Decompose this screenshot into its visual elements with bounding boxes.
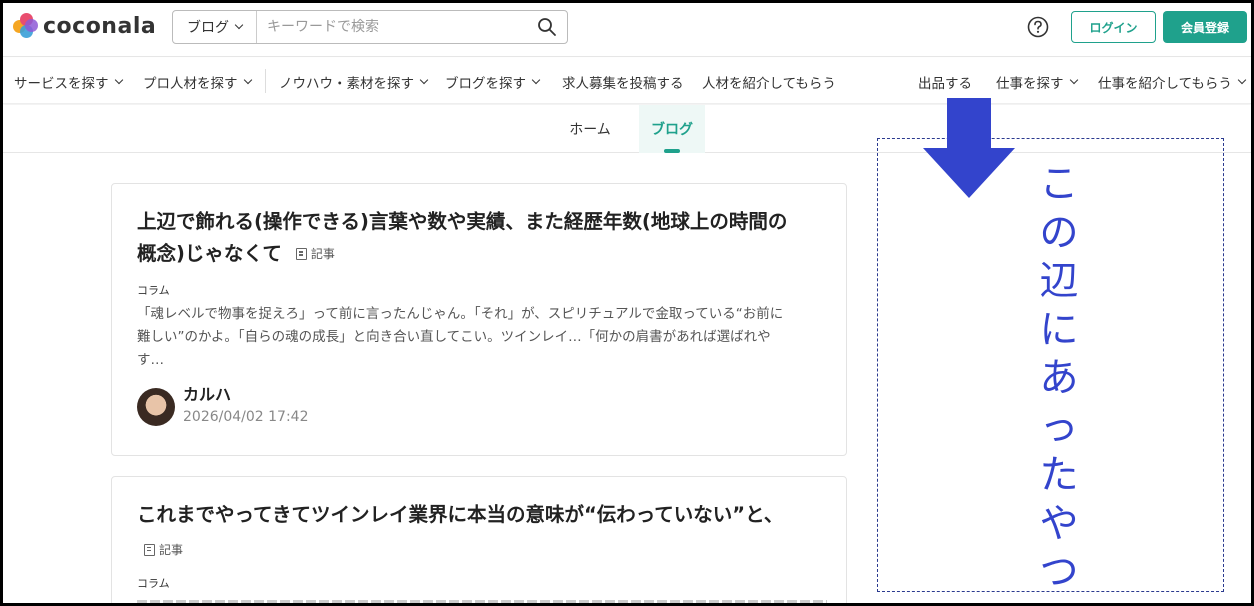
nav-item-label: プロ人材を探す	[143, 76, 238, 92]
article-title[interactable]: これまでやってきてツインレイ業界に本当の意味が“伝わっていない”と、	[137, 499, 827, 531]
nav-item-label: ノウハウ・素材を探す	[279, 76, 414, 92]
tab-home[interactable]: ホーム	[559, 105, 621, 153]
document-icon	[295, 248, 307, 260]
document-icon	[144, 543, 155, 556]
excerpt-line: 難しい”のかよ。「自らの魂の成長」と向き合い直してこい。ツインレイ…「何かの肩書…	[137, 329, 771, 345]
article-excerpt: 「魂レベルで物事を捉えろ」って前に言ったんじゃん。「それ」が、スピリチュアルで金…	[137, 303, 827, 372]
chevron-down-icon	[114, 75, 123, 85]
arrow-down-icon	[923, 98, 1015, 198]
search-category-label: ブログ	[187, 20, 229, 36]
help-icon[interactable]	[1027, 16, 1049, 38]
search-bar: ブログ	[172, 10, 568, 44]
article-type-tag: 記事	[295, 238, 335, 270]
logo-text: coconala	[43, 13, 157, 39]
page-frame: coconala ブログ ログイン 会員登録 サービスを探す プロ人	[0, 0, 1254, 606]
annotation-char: っ	[1039, 404, 1079, 450]
post-date: 2026/04/02 17:42	[183, 409, 309, 425]
article-title[interactable]: 上辺で飾れる(操作できる)言葉や数や実績、また経歴年数(地球上の時間の 概念)じ…	[137, 206, 827, 270]
annotation-char: の	[1039, 210, 1079, 256]
annotation-char: 辺	[1039, 259, 1079, 304]
article-title-line: 概念)じゃなくて	[137, 242, 282, 265]
tab-blog[interactable]: ブログ	[639, 105, 705, 153]
article-author[interactable]: カルハ 2026/04/02 17:42	[137, 384, 309, 426]
article-type-label: 記事	[159, 543, 184, 557]
nav-divider	[265, 69, 266, 93]
nav-item-label: 人材を紹介してもらう	[702, 76, 836, 92]
nav-item-label: 出品する	[918, 76, 972, 92]
article-card[interactable]: 上辺で飾れる(操作できる)言葉や数や実績、また経歴年数(地球上の時間の 概念)じ…	[111, 183, 847, 456]
logo-mark-icon	[13, 13, 39, 39]
site-header: coconala ブログ ログイン 会員登録	[3, 3, 1251, 57]
search-button[interactable]	[527, 11, 567, 43]
search-icon	[538, 18, 556, 36]
article-excerpt-cutoff	[137, 594, 827, 603]
register-button[interactable]: 会員登録	[1163, 11, 1247, 43]
chevron-down-icon	[531, 75, 541, 85]
annotation-char: に	[1039, 307, 1079, 353]
chevron-down-icon	[419, 75, 429, 85]
active-tab-indicator	[664, 149, 680, 153]
nav-item-blog[interactable]: ブログを探す	[445, 72, 541, 92]
search-category-select[interactable]: ブログ	[173, 11, 257, 43]
nav-item-label: ブログを探す	[445, 76, 526, 92]
annotation-char: や	[1039, 501, 1079, 547]
nav-item-introduce-work[interactable]: 仕事を紹介してもらう	[1098, 72, 1247, 92]
logo[interactable]: coconala	[13, 13, 156, 39]
article-type-label: 記事	[310, 247, 335, 261]
excerpt-line: 「魂レベルで物事を捉えろ」って前に言ったんじゃん。「それ」が、スピリチュアルで金…	[137, 306, 784, 322]
nav-item-label: 求人募集を投稿する	[562, 76, 684, 92]
nav-item-label: 仕事を探す	[996, 76, 1064, 92]
annotation-char: つ	[1039, 550, 1079, 595]
chevron-down-icon	[243, 75, 252, 85]
annotation-char: あ	[1039, 356, 1079, 401]
chevron-down-icon	[1237, 75, 1247, 85]
nav-item-introduce-talent[interactable]: 人材を紹介してもらう	[702, 72, 836, 92]
nav-item-label: 仕事を紹介してもらう	[1098, 76, 1232, 92]
article-card[interactable]: これまでやってきてツインレイ業界に本当の意味が“伝わっていない”と、 記事 コラ…	[111, 476, 847, 603]
login-button[interactable]: ログイン	[1071, 11, 1156, 43]
nav-item-post-job[interactable]: 求人募集を投稿する	[562, 72, 684, 92]
article-type-tag: 記事	[144, 541, 183, 558]
chevron-down-icon	[234, 20, 244, 30]
nav-item-knowhow[interactable]: ノウハウ・素材を探す	[279, 72, 429, 92]
article-category: コラム	[137, 284, 170, 297]
author-name: カルハ	[183, 385, 232, 404]
excerpt-line: す…	[137, 352, 164, 368]
main-nav: サービスを探す プロ人材を探す ノウハウ・素材を探す ブログを探す 求人募集を投…	[3, 58, 1251, 104]
annotation-text: この辺にあったやつ	[1031, 161, 1087, 598]
nav-item-label: サービスを探す	[14, 76, 109, 92]
search-input[interactable]	[257, 11, 527, 43]
nav-item-pro-talent[interactable]: プロ人材を探す	[143, 72, 252, 92]
article-title-line: 上辺で飾れる(操作できる)言葉や数や実績、また経歴年数(地球上の時間の	[137, 210, 788, 233]
article-category: コラム	[137, 577, 170, 590]
nav-item-services[interactable]: サービスを探す	[14, 72, 123, 92]
nav-item-find-work[interactable]: 仕事を探す	[996, 72, 1078, 92]
annotation-char: こ	[1039, 162, 1079, 207]
avatar	[137, 388, 175, 426]
nav-item-sell[interactable]: 出品する	[918, 72, 972, 92]
chevron-down-icon	[1069, 75, 1078, 85]
annotation-char: た	[1039, 453, 1079, 498]
